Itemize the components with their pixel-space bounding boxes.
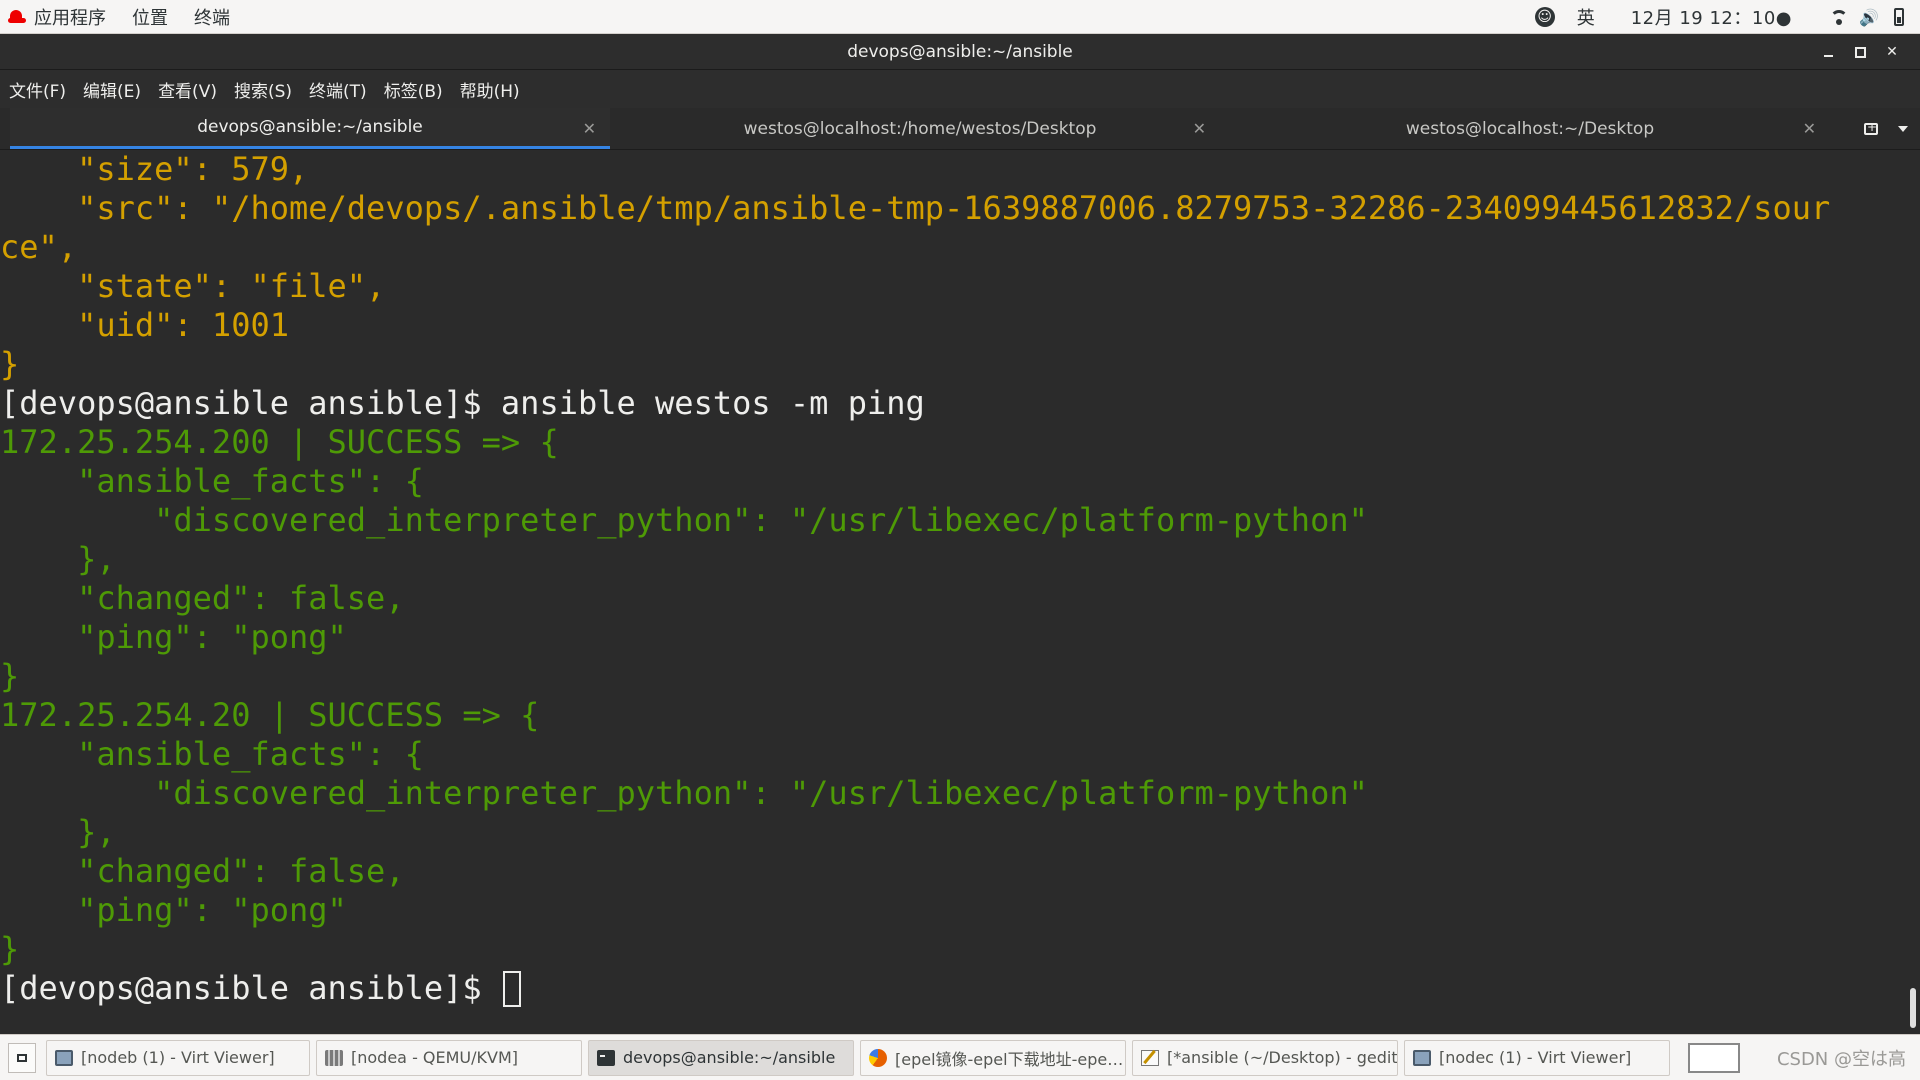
battery-icon[interactable] (1888, 6, 1910, 28)
tab-westos-desktop[interactable]: westos@localhost:~/Desktop ✕ (1230, 108, 1830, 149)
close-icon[interactable]: ✕ (1876, 34, 1908, 70)
tab-westos-home-desktop[interactable]: westos@localhost:/home/westos/Desktop ✕ (620, 108, 1220, 149)
redhat-logo-icon (8, 10, 26, 24)
terminal-line: } (0, 657, 20, 695)
tab-tools (1864, 108, 1908, 149)
menu-search[interactable]: 搜索(S) (225, 70, 300, 108)
terminal-line: 172.25.254.200 | SUCCESS => { (0, 423, 559, 461)
terminal-line: ce", (0, 228, 78, 266)
tab-label: westos@localhost:~/Desktop (1405, 118, 1655, 139)
top-bar-left: 应用程序 位置 终端 (8, 0, 256, 34)
task-firefox-epel[interactable]: [epel镜像-epel下载地址-epe… (860, 1039, 1126, 1076)
top-bar: 应用程序 位置 终端 ☺ 英 12月 19 12：10● 🔊 (0, 0, 1920, 34)
tab-label: devops@ansible:~/ansible (197, 117, 423, 137)
task-label: [nodec (1) - Virt Viewer] (1439, 1048, 1632, 1067)
terminal-app-menu[interactable]: 终端 (194, 0, 230, 34)
prompt-text: [devops@ansible ansible]$ (0, 969, 501, 1007)
applications-menu[interactable]: 应用程序 (8, 0, 106, 34)
monitor-icon (1413, 1049, 1431, 1066)
taskbar: [nodeb (1) - Virt Viewer] [nodea - QEMU/… (0, 1034, 1920, 1080)
show-desktop-button[interactable] (8, 1042, 36, 1073)
firefox-icon (869, 1048, 887, 1067)
desktop-icon (17, 1053, 27, 1062)
clock[interactable]: 12月 19 12：10● (1631, 4, 1792, 30)
terminal-line: "ping": "pong" (0, 891, 347, 929)
terminal-line: } (0, 930, 20, 968)
task-label: [*ansible (~/Desktop) - gedit] (1167, 1048, 1398, 1067)
terminal-line: "ping": "pong" (0, 618, 347, 656)
workspace-switcher[interactable] (1688, 1042, 1740, 1073)
input-method-indicator[interactable]: 英 (1577, 4, 1595, 30)
new-tab-icon[interactable] (1864, 120, 1878, 135)
scrollbar[interactable] (1910, 988, 1916, 1028)
menu-file[interactable]: 文件(F) (0, 70, 74, 108)
terminal-line: "size": 579, (0, 150, 309, 188)
terminal-line: "src": "/home/devops/.ansible/tmp/ansibl… (0, 189, 1831, 227)
task-nodea-qemu[interactable]: [nodea - QEMU/KVM] (316, 1039, 582, 1076)
terminal-prompt-line[interactable]: [devops@ansible ansible]$ (0, 969, 1900, 1008)
tab-close-icon[interactable]: ✕ (1803, 108, 1816, 149)
terminal-icon (597, 1049, 615, 1066)
terminal-line: } (0, 345, 20, 383)
window-controls: ✕ (1812, 34, 1908, 70)
tab-bar: devops@ansible:~/ansible ✕ westos@localh… (0, 108, 1920, 150)
terminal-line: "discovered_interpreter_python": "/usr/l… (0, 501, 1368, 539)
wifi-icon[interactable] (1828, 6, 1850, 28)
qemu-icon (325, 1049, 343, 1066)
terminal-line: "discovered_interpreter_python": "/usr/l… (0, 774, 1368, 812)
terminal-output: "size": 579, "src": "/home/devops/.ansib… (0, 150, 1900, 1008)
terminal-line: "uid": 1001 (0, 306, 289, 344)
gedit-icon (1141, 1049, 1159, 1066)
monitor-icon (55, 1049, 73, 1066)
menu-bar: 文件(F) 编辑(E) 查看(V) 搜索(S) 终端(T) 标签(B) 帮助(H… (0, 70, 1920, 108)
menu-terminal[interactable]: 终端(T) (300, 70, 375, 108)
menu-help[interactable]: 帮助(H) (451, 70, 528, 108)
task-gedit[interactable]: [*ansible (~/Desktop) - gedit] (1132, 1039, 1398, 1076)
window-title: devops@ansible:~/ansible (847, 41, 1073, 62)
minimize-icon[interactable] (1812, 34, 1844, 70)
terminal-line: "ansible_facts": { (0, 735, 424, 773)
applications-label: 应用程序 (34, 8, 106, 29)
task-label: [nodea - QEMU/KVM] (351, 1048, 519, 1067)
tab-devops-ansible[interactable]: devops@ansible:~/ansible ✕ (10, 108, 610, 149)
tab-close-icon[interactable]: ✕ (1193, 108, 1206, 149)
menu-edit[interactable]: 编辑(E) (74, 70, 149, 108)
task-nodeb-viewer[interactable]: [nodeb (1) - Virt Viewer] (46, 1039, 310, 1076)
watermark: CSDN @空は高 (1776, 1048, 1906, 1070)
task-nodec-viewer[interactable]: [nodec (1) - Virt Viewer] (1404, 1039, 1670, 1076)
window-title-bar[interactable]: devops@ansible:~/ansible ✕ (0, 34, 1920, 70)
terminal-line: "changed": false, (0, 852, 405, 890)
tab-close-icon[interactable]: ✕ (583, 108, 596, 149)
menu-view[interactable]: 查看(V) (149, 70, 225, 108)
menu-tabs[interactable]: 标签(B) (375, 70, 451, 108)
terminal-view[interactable]: "size": 579, "src": "/home/devops/.ansib… (0, 150, 1920, 1034)
terminal-line: "state": "file", (0, 267, 386, 305)
maximize-icon[interactable] (1844, 34, 1876, 70)
task-terminal[interactable]: devops@ansible:~/ansible (588, 1039, 854, 1076)
terminal-line: }, (0, 540, 116, 578)
tab-label: westos@localhost:/home/westos/Desktop (743, 118, 1097, 139)
task-label: devops@ansible:~/ansible (623, 1048, 836, 1067)
task-label: [epel镜像-epel下载地址-epe… (895, 1049, 1124, 1069)
task-label: [nodeb (1) - Virt Viewer] (81, 1048, 275, 1067)
terminal-line: "changed": false, (0, 579, 405, 617)
accessibility-icon[interactable]: ☺ (1534, 7, 1555, 27)
top-bar-right: ☺ 英 12月 19 12：10● 🔊 (1534, 0, 1910, 34)
terminal-line: [devops@ansible ansible]$ ansible westos… (0, 384, 925, 422)
text-cursor (502, 971, 521, 1007)
places-menu[interactable]: 位置 (132, 0, 168, 34)
chevron-down-icon[interactable] (1898, 125, 1908, 132)
terminal-line: 172.25.254.20 | SUCCESS => { (0, 696, 540, 734)
volume-icon[interactable]: 🔊 (1858, 6, 1880, 28)
terminal-line: }, (0, 813, 116, 851)
terminal-line: "ansible_facts": { (0, 462, 424, 500)
